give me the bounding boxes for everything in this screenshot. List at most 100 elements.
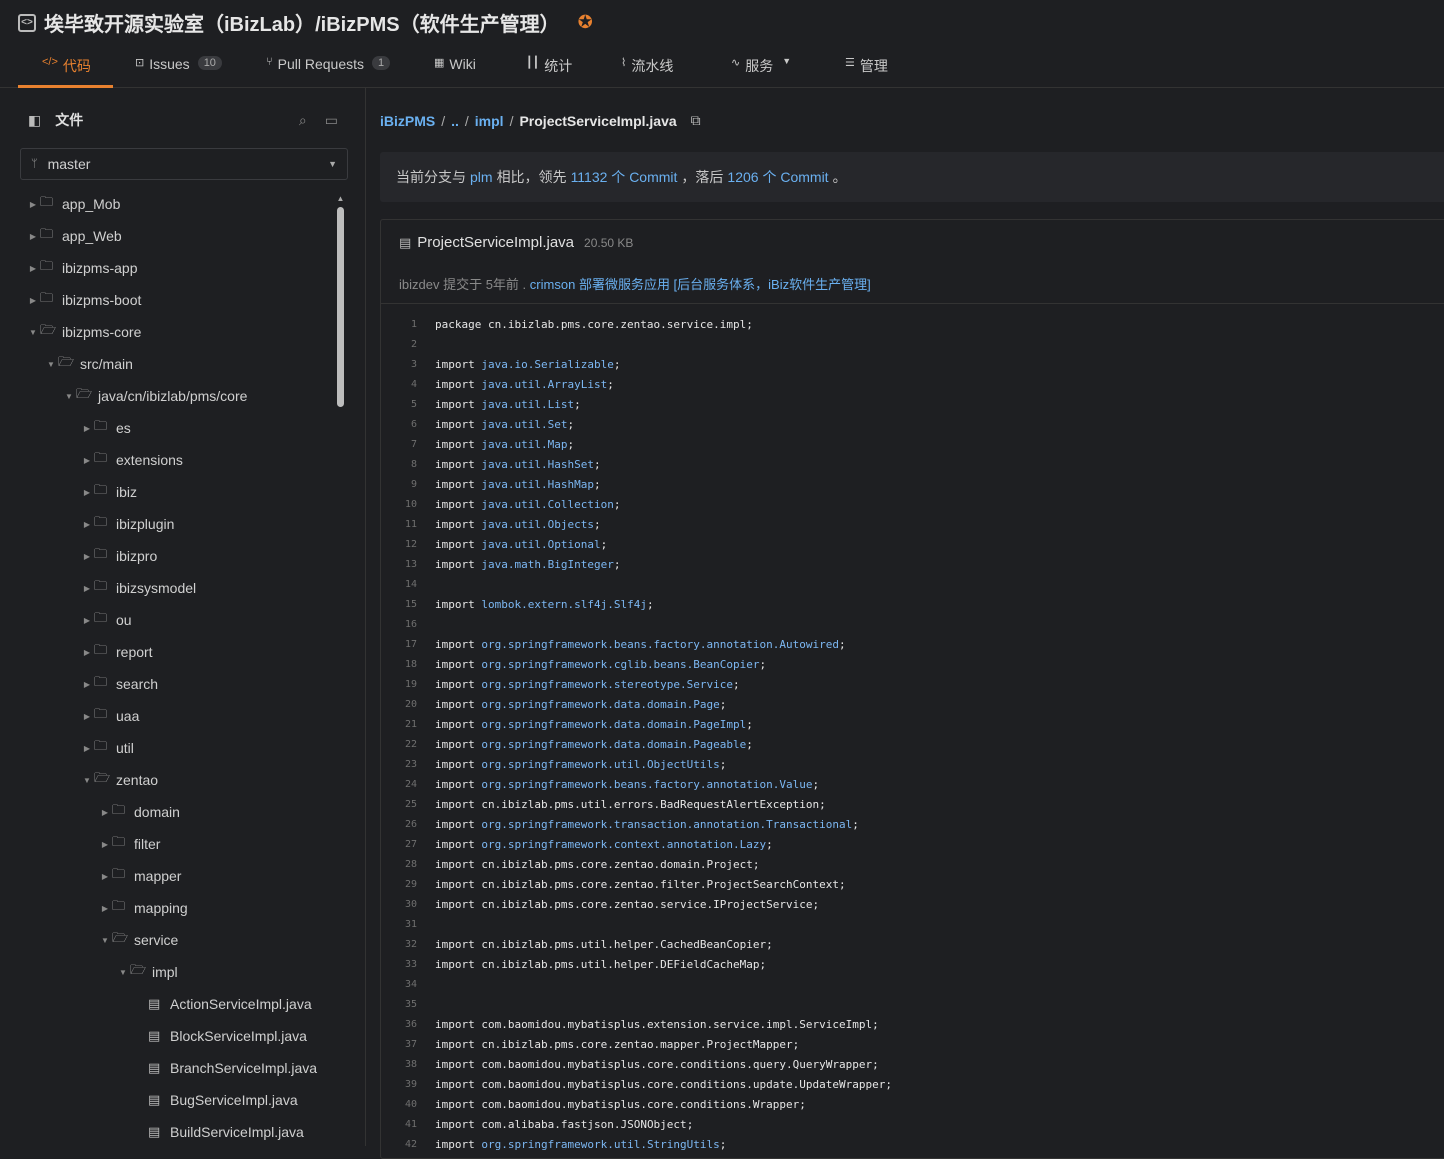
tree-scrollbar[interactable]: ▲ bbox=[336, 194, 345, 1144]
tree-folder-item[interactable]: ▶ 🗀 util bbox=[0, 732, 334, 764]
line-number[interactable]: 26 bbox=[381, 819, 417, 830]
tree-folder-item[interactable]: ▶ 🗀 app_Mob bbox=[0, 188, 334, 220]
tree-file-item[interactable]: ▤ BlockServiceImpl.java bbox=[0, 1020, 334, 1052]
compare-branch-link[interactable]: plm bbox=[470, 169, 493, 185]
tab-issues[interactable]: ⊡ Issues 10 bbox=[113, 52, 244, 88]
line-number[interactable]: 8 bbox=[381, 459, 417, 470]
line-number[interactable]: 42 bbox=[381, 1139, 417, 1150]
line-number[interactable]: 16 bbox=[381, 619, 417, 630]
breadcrumb-folder[interactable]: impl bbox=[475, 113, 504, 129]
line-number[interactable]: 30 bbox=[381, 899, 417, 910]
line-number[interactable]: 34 bbox=[381, 979, 417, 990]
line-number[interactable]: 25 bbox=[381, 799, 417, 810]
tree-file-item[interactable]: ▤ BranchServiceImpl.java bbox=[0, 1052, 334, 1084]
tree-folder-item[interactable]: ▶ 🗀 ibizpms-boot bbox=[0, 284, 334, 316]
tree-file-item[interactable]: ▤ BugServiceImpl.java bbox=[0, 1084, 334, 1116]
copy-icon[interactable]: ⧉ bbox=[691, 112, 701, 129]
award-icon[interactable]: ✪ bbox=[578, 12, 593, 33]
line-number[interactable]: 6 bbox=[381, 419, 417, 430]
monitor-icon[interactable]: ▭ bbox=[325, 112, 338, 129]
tree-file-item[interactable]: ▤ ActionServiceImpl.java bbox=[0, 988, 334, 1020]
tab-stats[interactable]: ┃┃ 统计 bbox=[504, 52, 599, 88]
line-number[interactable]: 28 bbox=[381, 859, 417, 870]
commit-message[interactable]: 部署微服务应用 [后台服务体系，iBiz软件生产管理] bbox=[579, 277, 871, 292]
line-number[interactable]: 27 bbox=[381, 839, 417, 850]
tab-pipeline[interactable]: ⌇ 流水线 bbox=[599, 52, 709, 88]
line-number[interactable]: 17 bbox=[381, 639, 417, 650]
line-number[interactable]: 38 bbox=[381, 1059, 417, 1070]
line-number[interactable]: 32 bbox=[381, 939, 417, 950]
tree-folder-item[interactable]: ▶ 🗀 ibizpms-app bbox=[0, 252, 334, 284]
tree-folder-item[interactable]: ▼ 🗁 ibizpms-core bbox=[0, 316, 334, 348]
line-number[interactable]: 31 bbox=[381, 919, 417, 930]
tree-folder-item[interactable]: ▼ 🗁 service bbox=[0, 924, 334, 956]
tree-folder-item[interactable]: ▶ 🗀 ou bbox=[0, 604, 334, 636]
line-number[interactable]: 4 bbox=[381, 379, 417, 390]
code-keyword: import bbox=[435, 797, 475, 811]
tree-folder-item[interactable]: ▼ 🗁 impl bbox=[0, 956, 334, 988]
line-number[interactable]: 37 bbox=[381, 1039, 417, 1050]
tree-folder-item[interactable]: ▶ 🗀 app_Web bbox=[0, 220, 334, 252]
tree-folder-item[interactable]: ▶ 🗀 ibizsysmodel bbox=[0, 572, 334, 604]
tree-folder-item[interactable]: ▼ 🗁 src/main bbox=[0, 348, 334, 380]
tree-folder-item[interactable]: ▶ 🗀 ibizpro bbox=[0, 540, 334, 572]
line-number[interactable]: 40 bbox=[381, 1099, 417, 1110]
line-number[interactable]: 24 bbox=[381, 779, 417, 790]
breadcrumb-up[interactable]: .. bbox=[451, 113, 459, 129]
line-number[interactable]: 22 bbox=[381, 739, 417, 750]
line-number[interactable]: 11 bbox=[381, 519, 417, 530]
line-number[interactable]: 41 bbox=[381, 1119, 417, 1130]
line-number[interactable]: 1 bbox=[381, 319, 417, 330]
commit-author[interactable]: ibizdev bbox=[399, 277, 439, 292]
ahead-commits-link[interactable]: 11132 个 Commit bbox=[571, 167, 678, 187]
collapse-sidebar-icon[interactable]: ◧ bbox=[28, 112, 41, 129]
line-number[interactable]: 23 bbox=[381, 759, 417, 770]
tree-folder-item[interactable]: ▶ 🗀 domain bbox=[0, 796, 334, 828]
tree-folder-item[interactable]: ▶ 🗀 mapping bbox=[0, 892, 334, 924]
tree-folder-item[interactable]: ▶ 🗀 filter bbox=[0, 828, 334, 860]
tree-folder-item[interactable]: ▶ 🗀 extensions bbox=[0, 444, 334, 476]
line-number[interactable]: 2 bbox=[381, 339, 417, 350]
tree-folder-item[interactable]: ▶ 🗀 ibiz bbox=[0, 476, 334, 508]
breadcrumb-root[interactable]: iBizPMS bbox=[380, 113, 435, 129]
line-number[interactable]: 9 bbox=[381, 479, 417, 490]
branch-select[interactable]: ᛘ master ▼ bbox=[20, 148, 348, 180]
line-number[interactable]: 13 bbox=[381, 559, 417, 570]
tree-folder-item[interactable]: ▶ 🗀 es bbox=[0, 412, 334, 444]
behind-commits-link[interactable]: 1206 个 Commit bbox=[727, 167, 828, 187]
tree-folder-item[interactable]: ▶ 🗀 mapper bbox=[0, 860, 334, 892]
tree-folder-item[interactable]: ▶ 🗀 report bbox=[0, 636, 334, 668]
scroll-up-icon[interactable]: ▲ bbox=[336, 194, 345, 203]
tab-wiki[interactable]: ▦ Wiki bbox=[412, 52, 504, 88]
line-number[interactable]: 19 bbox=[381, 679, 417, 690]
search-icon[interactable]: ⌕ bbox=[299, 112, 307, 129]
line-number[interactable]: 35 bbox=[381, 999, 417, 1010]
line-number[interactable]: 14 bbox=[381, 579, 417, 590]
line-number[interactable]: 33 bbox=[381, 959, 417, 970]
tree-folder-item[interactable]: ▼ 🗁 java/cn/ibizlab/pms/core bbox=[0, 380, 334, 412]
line-number[interactable]: 20 bbox=[381, 699, 417, 710]
tree-folder-item[interactable]: ▶ 🗀 search bbox=[0, 668, 334, 700]
repo-title-text[interactable]: 埃毕致开源实验室（iBizLab）/iBizPMS（软件生产管理） bbox=[44, 8, 560, 37]
tree-file-item[interactable]: ▤ BuildServiceImpl.java bbox=[0, 1116, 334, 1148]
line-number[interactable]: 3 bbox=[381, 359, 417, 370]
line-number[interactable]: 29 bbox=[381, 879, 417, 890]
line-number[interactable]: 7 bbox=[381, 439, 417, 450]
tab-manage[interactable]: ☰ 管理 bbox=[823, 52, 913, 88]
tree-folder-item[interactable]: ▶ 🗀 uaa bbox=[0, 700, 334, 732]
line-number[interactable]: 36 bbox=[381, 1019, 417, 1030]
line-number[interactable]: 10 bbox=[381, 499, 417, 510]
line-number[interactable]: 18 bbox=[381, 659, 417, 670]
tab-code[interactable]: </> 代码 bbox=[18, 52, 113, 88]
tab-service[interactable]: ∿ 服务 ▼ bbox=[709, 52, 823, 88]
line-number[interactable]: 39 bbox=[381, 1079, 417, 1090]
scroll-thumb[interactable] bbox=[337, 207, 344, 407]
tree-folder-item[interactable]: ▶ 🗀 ibizplugin bbox=[0, 508, 334, 540]
commit-branch[interactable]: crimson bbox=[530, 277, 576, 292]
line-number[interactable]: 15 bbox=[381, 599, 417, 610]
line-number[interactable]: 12 bbox=[381, 539, 417, 550]
tab-pull-request[interactable]: ⑂ Pull Requests 1 bbox=[244, 52, 412, 88]
tree-folder-item[interactable]: ▼ 🗁 zentao bbox=[0, 764, 334, 796]
line-number[interactable]: 5 bbox=[381, 399, 417, 410]
line-number[interactable]: 21 bbox=[381, 719, 417, 730]
